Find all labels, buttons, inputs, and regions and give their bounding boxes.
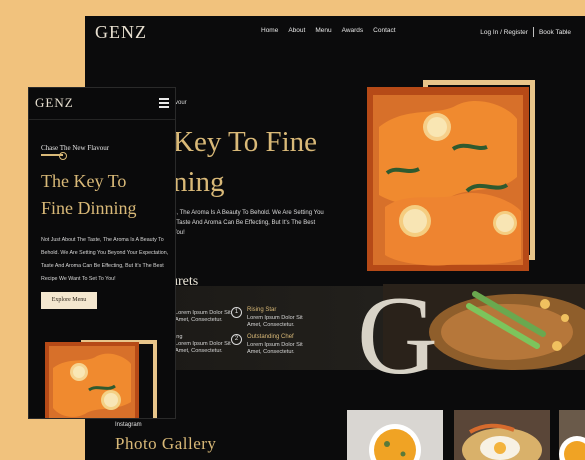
feature-left-2: ing Lorem Ipsum Dolor Sit Amet, Consectetu… bbox=[175, 334, 231, 354]
nav-contact[interactable]: Contact bbox=[373, 27, 395, 34]
login-register-link[interactable]: Log In / Register bbox=[480, 29, 528, 36]
divider bbox=[532, 27, 534, 37]
nav-awards[interactable]: Awards bbox=[342, 27, 364, 34]
hero-paragraph-line-2: , Taste And Aroma Can Be Effecting, But … bbox=[173, 220, 316, 226]
mobile-hero-para-4: Recipe We Want To Set To You! bbox=[41, 276, 116, 282]
mobile-hero-para-1: Not Just About The Taste, The Aroma Is A… bbox=[41, 237, 164, 243]
hero-salmon-image bbox=[367, 87, 529, 271]
feature-title-2: Outstanding Chef bbox=[247, 334, 294, 340]
feature-text-2: Lorem Ipsum Dolor Sit Amet, Consectetur. bbox=[247, 342, 303, 355]
mobile-hero-image bbox=[45, 342, 139, 418]
instagram-label[interactable]: Instagram bbox=[115, 422, 142, 428]
hero-title-line-1: Key To Fine bbox=[173, 126, 318, 158]
gallery-thumb-soup[interactable] bbox=[347, 410, 443, 460]
mobile-hero-title-line-1: The Key To bbox=[41, 171, 127, 191]
feature-text-1: Lorem Ipsum Dolor Sit Amet, Consectetur. bbox=[247, 315, 303, 328]
gallery-thumb-partial[interactable] bbox=[559, 410, 585, 460]
nav-home[interactable]: Home bbox=[261, 27, 278, 34]
gallery-thumb-eggs[interactable] bbox=[454, 410, 550, 460]
photo-gallery-title: Photo Gallery bbox=[115, 434, 217, 453]
nav-about[interactable]: About bbox=[288, 27, 305, 34]
feature-title-1: Rising Star bbox=[247, 307, 277, 313]
hero-paragraph-line-1: e, The Aroma Is A Beauty To Behold. We A… bbox=[173, 210, 324, 216]
feature-left-1: Lorem Ipsum Dolor Sit Amet, Consectetur. bbox=[175, 310, 231, 323]
mobile-header-divider bbox=[29, 119, 175, 120]
mobile-preview: GENZ Chase The New Flavour The Key To Fi… bbox=[28, 87, 176, 419]
nav-menu[interactable]: Menu bbox=[315, 27, 331, 34]
auth-actions: Log In / Register Book Table bbox=[480, 27, 571, 37]
hero-eyebrow: vour bbox=[175, 100, 187, 106]
feature-number-2: 2 bbox=[231, 334, 242, 345]
hamburger-icon[interactable] bbox=[159, 98, 169, 110]
mobile-hero-title-line-2: Fine Dinning bbox=[41, 198, 137, 218]
main-menu: Home About Menu Awards Contact bbox=[261, 27, 396, 34]
top-navbar: GENZ Home About Menu Awards Contact Log … bbox=[85, 16, 585, 50]
decorative-letter: G bbox=[357, 274, 438, 398]
mobile-hero-para-3: Taste And Aroma Can Be Effecting, But It… bbox=[41, 263, 164, 269]
brand-logo[interactable]: GENZ bbox=[95, 22, 147, 43]
hero-title-line-2: ning bbox=[173, 166, 225, 198]
feature-number-1: 1 bbox=[231, 307, 242, 318]
explore-menu-button[interactable]: Explore Menu bbox=[41, 292, 97, 309]
mobile-brand-logo[interactable]: GENZ bbox=[35, 95, 74, 111]
spoon-icon bbox=[41, 152, 67, 160]
mobile-tagline: Chase The New Flavour bbox=[41, 144, 110, 152]
mobile-hero-para-2: Behold. We Are Setting You Beyond Your E… bbox=[41, 250, 169, 256]
book-table-link[interactable]: Book Table bbox=[539, 29, 571, 36]
